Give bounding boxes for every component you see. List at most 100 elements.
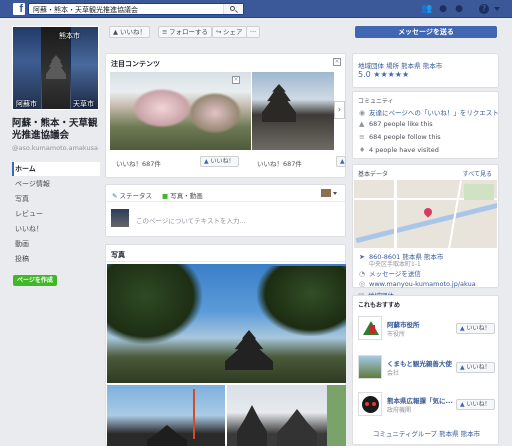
nav-item-photos[interactable]: 写真 xyxy=(12,192,100,206)
kumamon-thumbnail xyxy=(358,392,382,416)
recommended-like-button[interactable]: ▲ いいね！ xyxy=(456,399,495,410)
photo-castle-main[interactable] xyxy=(107,264,346,383)
community-groups-link[interactable]: コミュニティグループ 熊本県 熊本市 xyxy=(355,428,498,438)
status-tab[interactable]: ✎ ステータス xyxy=(112,190,152,200)
facebook-logo-icon[interactable]: f xyxy=(13,3,25,15)
send-message-link[interactable]: メッセージを送信 xyxy=(369,270,421,278)
create-page-button[interactable]: ページを作成 xyxy=(13,275,57,286)
recommended-page-item[interactable]: 熊本県広報課「気に... 政府機関 ▲ いいね！ xyxy=(358,392,498,418)
photo-castle-two[interactable] xyxy=(227,385,346,446)
rss-icon: ≡ xyxy=(162,28,168,36)
profile-photo-panel-aso xyxy=(13,27,41,109)
featured-photo-sakura[interactable] xyxy=(110,72,251,150)
thumbs-up-icon: ▲ xyxy=(113,28,118,36)
account-menu-chevron-down-icon[interactable] xyxy=(494,7,500,11)
recommended-like-button[interactable]: ▲ いいね！ xyxy=(456,323,495,334)
recommended-page-name[interactable]: くまもと観光親善大使 xyxy=(387,358,452,368)
website-link[interactable]: www.manyou-kumamoto.jp/akua xyxy=(369,280,476,288)
featured-content-card: 注目コンテンツ × × › いいね！687件 ▲ いいね！ いいね！687件 ▲ xyxy=(105,53,346,178)
castle-silhouette xyxy=(262,84,296,122)
community-title: コミュニティ xyxy=(358,98,394,105)
recommended-like-label: いいね！ xyxy=(466,325,491,332)
tree-foliage xyxy=(327,385,346,446)
thumbs-up-icon: ▲ xyxy=(340,158,345,165)
nav-item-reviews[interactable]: レビュー xyxy=(12,207,100,221)
nav-item-videos[interactable]: 動画 xyxy=(12,237,100,251)
basic-info-card: 基本データ すべて見る ➤ 860-8601 熊本県 熊本市 中央区手取本町1-1… xyxy=(352,164,499,288)
follow-button[interactable]: ≡ フォローする xyxy=(158,26,212,38)
recommended-pages-card: これもおすすめ 阿蘇市役所 市役所 ▲ いいね！ くまもと観光親善大使 会社 ▲… xyxy=(352,295,499,445)
like-page-button[interactable]: ▲ いいね！ xyxy=(109,26,150,38)
top-bar: f 阿蘇・熊本・天草観光推進協議会 👥 ● ● ? xyxy=(0,0,512,18)
share-button[interactable]: ↪ シェア xyxy=(212,26,247,38)
recommended-like-label: いいね！ xyxy=(466,401,491,408)
castle-silhouette xyxy=(225,330,273,370)
likes-count-text: 687 people like this xyxy=(369,120,433,128)
featured-likes-count: いいね！687件 xyxy=(257,160,302,168)
see-all-link[interactable]: すべて見る xyxy=(463,169,492,178)
help-icon[interactable]: ? xyxy=(479,4,489,14)
chevron-right-icon[interactable]: › xyxy=(334,101,345,119)
follows-row: ≡ 684 people follow this xyxy=(359,133,441,141)
ambassador-thumbnail xyxy=(358,355,382,379)
profile-label-kumamoto: 熊本市 xyxy=(59,32,80,40)
photo-castle-crane[interactable] xyxy=(107,385,225,446)
more-options-button[interactable]: ··· xyxy=(246,26,261,38)
featured-photo-castle[interactable] xyxy=(252,72,334,150)
close-icon[interactable]: × xyxy=(232,76,240,84)
cherry-blossom-tree xyxy=(188,92,242,134)
cherry-blossom-tree xyxy=(132,88,192,128)
featured-content-title: 注目コンテンツ xyxy=(111,60,160,68)
follows-count-text: 684 people follow this xyxy=(369,133,441,141)
chevron-down-icon[interactable] xyxy=(333,192,337,195)
close-icon[interactable]: × xyxy=(333,58,341,66)
invite-friends-link[interactable]: 友達にページへの「いいね！」をリクエスト xyxy=(369,109,499,117)
share-icon: ↪ xyxy=(216,28,222,36)
search-input[interactable]: 阿蘇・熊本・天草観光推進協議会 xyxy=(28,3,244,15)
page-title[interactable]: 阿蘇・熊本・天草観光推進協議会 xyxy=(12,118,104,142)
page-rating[interactable]: 5.0 ★★★★★ xyxy=(358,70,409,79)
page-avatar-icon[interactable] xyxy=(321,189,331,197)
page-categories[interactable]: 地域団体 場所 熊本県 熊本市 xyxy=(358,60,442,70)
camera-icon: ■ xyxy=(162,192,169,200)
aso-city-logo xyxy=(358,316,382,340)
basic-info-title: 基本データ xyxy=(358,171,389,178)
page-handle[interactable]: @aso.kumamoto.amakusa xyxy=(12,144,98,152)
map-road xyxy=(394,180,397,248)
messages-icon[interactable]: ● xyxy=(438,4,448,14)
search-input-value[interactable]: 阿蘇・熊本・天草観光推進協議会 xyxy=(33,5,138,15)
search-button[interactable] xyxy=(223,4,243,14)
nav-item-likes[interactable]: いいね！ xyxy=(12,222,100,236)
nav-item-home[interactable]: ホーム xyxy=(12,162,100,176)
globe-icon: ◎ xyxy=(359,280,366,288)
featured-like-button[interactable]: ▲ いいね！ xyxy=(200,156,239,167)
profile-picture[interactable]: 熊本市 阿蘇市 天草市 xyxy=(12,26,99,110)
website-row[interactable]: ◎ www.manyou-kumamoto.jp/akua xyxy=(359,280,476,288)
thumbs-up-icon: ▲ xyxy=(359,120,365,128)
invite-friends-row[interactable]: ◉ 友達にページへの「いいね！」をリクエスト xyxy=(359,107,499,117)
visits-row: ♦ 4 people have visited xyxy=(359,146,439,154)
nav-item-posts[interactable]: 投稿 xyxy=(12,252,100,266)
kumamon-cheek xyxy=(372,402,376,406)
messenger-icon: ◔ xyxy=(359,270,366,278)
photo-video-tab[interactable]: ■ 写真・動画 xyxy=(162,190,203,200)
globe-icon[interactable]: ● xyxy=(454,4,464,14)
location-map[interactable] xyxy=(354,180,497,248)
recommended-like-button[interactable]: ▲ いいね！ xyxy=(456,362,495,373)
featured-likes-count: いいね！687件 xyxy=(116,160,161,168)
share-label: シェア xyxy=(223,28,243,36)
send-message-button[interactable]: メッセージを送る xyxy=(355,26,497,38)
recommended-page-item[interactable]: 阿蘇市役所 市役所 ▲ いいね！ xyxy=(358,316,498,342)
nav-item-about[interactable]: ページ情報 xyxy=(12,177,100,191)
tree-foliage xyxy=(257,266,346,336)
recommended-page-item[interactable]: くまもと観光親善大使 会社 ▲ いいね！ xyxy=(358,355,498,381)
composer-input[interactable]: このページについてテキストを入力... xyxy=(136,215,246,225)
friends-icon[interactable]: 👥 xyxy=(421,4,432,14)
recommended-page-name[interactable]: 阿蘇市役所 xyxy=(387,319,420,329)
tree-foliage xyxy=(107,264,202,344)
recommended-title: これもおすすめ xyxy=(358,302,401,309)
send-message-row[interactable]: ◔ メッセージを送信 xyxy=(359,268,421,278)
recommended-page-name[interactable]: 熊本県広報課「気に... xyxy=(387,395,453,405)
featured-like-button[interactable]: ▲ xyxy=(336,156,346,167)
recommended-page-category: 市役所 xyxy=(387,331,406,338)
